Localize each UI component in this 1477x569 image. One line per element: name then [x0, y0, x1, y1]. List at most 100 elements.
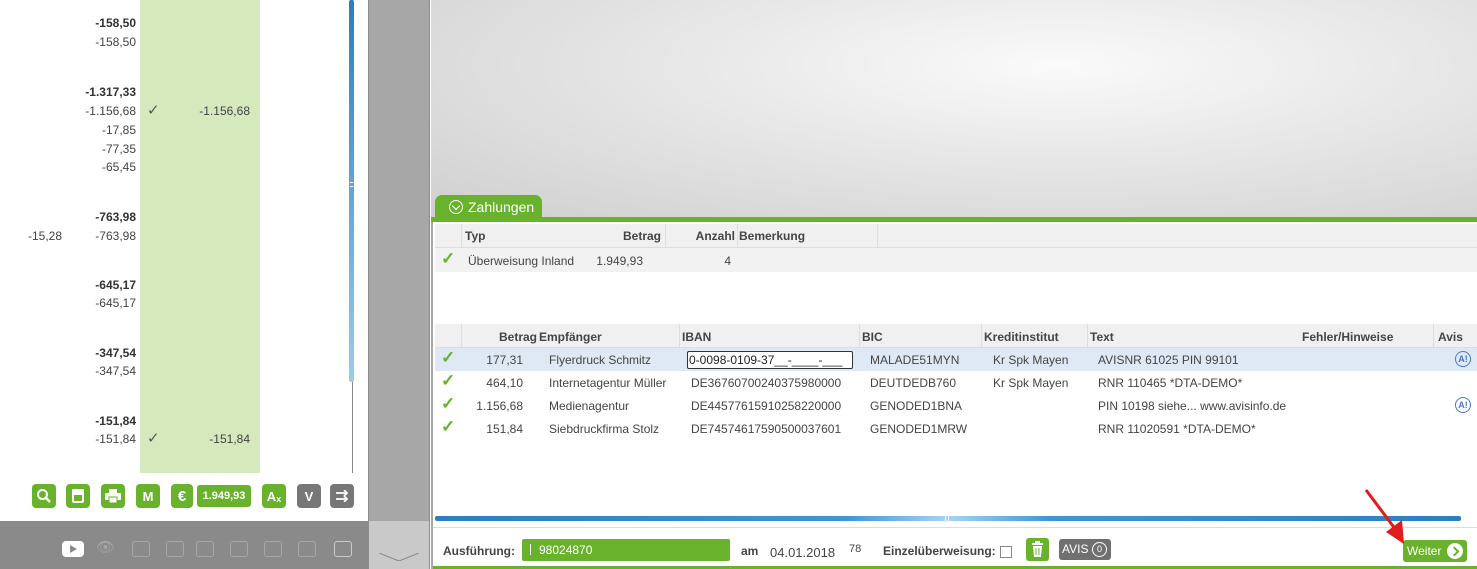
m-button[interactable]: M [136, 484, 160, 508]
euro-doc-icon[interactable] [264, 541, 282, 557]
row-amount: -347,54 [95, 346, 136, 360]
row-amount: -158,50 [95, 35, 136, 49]
pointer-arrow-icon [1364, 489, 1404, 544]
row-amount: -763,98 [95, 210, 136, 224]
row-amount: -645,17 [95, 278, 136, 292]
check-icon: ✓ [441, 417, 456, 436]
avis-icon[interactable]: A! [1455, 397, 1471, 413]
chevron-down-icon [449, 199, 463, 214]
cell-bic: MALADE51MYN [870, 353, 960, 367]
row-amount: -17,85 [101, 123, 136, 137]
check-icon: ✓ [441, 394, 456, 413]
transfer-icon[interactable] [330, 484, 354, 508]
avis-icon[interactable]: A! [1455, 351, 1471, 367]
row-amount: -347,54 [95, 364, 136, 378]
header-fehler[interactable]: Fehler/Hinweise [1302, 330, 1393, 344]
avis-button[interactable]: AVIS 0 [1059, 539, 1111, 560]
collapse-area [369, 521, 429, 569]
row-amount: -151,84 [95, 414, 136, 428]
header-anzahl[interactable]: Anzahl [696, 229, 735, 243]
summary-betrag: 1.949,93 [596, 254, 643, 268]
horizontal-scrollbar[interactable] [435, 516, 1461, 521]
eye-icon[interactable]: 👁 [96, 538, 115, 556]
cell-betrag: 151,84 [486, 422, 523, 436]
printer-icon[interactable] [101, 484, 125, 508]
cell-empfaenger: Flyerdruck Schmitz [549, 353, 652, 367]
row-amount: -1.156,68 [85, 104, 136, 118]
row-amount: -763,98 [95, 229, 136, 243]
collapse-triangle-icon[interactable] [379, 553, 419, 561]
table-row[interactable]: ✓ 177,31 Flyerdruck Schmitz MALADE51MYN … [435, 348, 1477, 371]
preview-area [431, 0, 1477, 218]
left-panel: -158,50 -158,50 -1.317,33 -1.156,68 ✓ -1… [0, 0, 368, 569]
header-text[interactable]: Text [1090, 330, 1114, 344]
summary-typ: Überweisung Inland [468, 254, 575, 268]
row-amount: -65,45 [101, 160, 136, 174]
save-icon[interactable] [196, 541, 214, 557]
check-icon: ✓ [441, 249, 456, 268]
header-iban[interactable]: IBAN [682, 330, 711, 344]
einzel-label: Einzelüberweisung: [883, 544, 996, 558]
cell-text: RNR 11020591 *DTA-DEMO* [1098, 422, 1256, 436]
splitter-strip[interactable] [368, 0, 430, 569]
v-button[interactable]: V [297, 484, 321, 508]
window-icon[interactable] [132, 541, 150, 557]
weiter-button[interactable]: Weiter [1403, 540, 1467, 562]
cell-bic: GENODED1MRW [870, 422, 968, 436]
tab-label: Zahlungen [468, 198, 535, 215]
calendar-icon[interactable]: 78 [849, 543, 867, 559]
play-video-icon[interactable] [62, 541, 84, 557]
am-label: am [741, 544, 759, 558]
header-kreditinstitut[interactable]: Kreditinstitut [984, 330, 1059, 344]
tab-zahlungen[interactable]: Zahlungen [435, 195, 542, 218]
header-betrag[interactable]: Betrag [499, 330, 537, 344]
image-icon[interactable] [230, 541, 248, 557]
magnifier-icon[interactable] [32, 484, 56, 508]
einzelueberweisung-checkbox[interactable] [1000, 546, 1012, 558]
summary-row[interactable]: ✓ Überweisung Inland 1.949,93 4 [435, 248, 1477, 272]
row-amount: -645,17 [95, 296, 136, 310]
date-field[interactable]: 04.01.2018 [770, 545, 835, 560]
left-bottom-bar: 👁 [0, 521, 368, 569]
balance-badge: 1.949,93 [196, 484, 252, 508]
cell-text: RNR 110465 *DTA-DEMO* [1098, 376, 1243, 390]
table-row[interactable]: ✓ 1.156,68 Medienagentur DE4457761591025… [435, 394, 1477, 417]
header-typ[interactable]: Typ [465, 229, 485, 243]
iban-input[interactable]: 0-0098-0109-37__-____-___ [687, 351, 853, 369]
mail-question-icon[interactable] [334, 541, 352, 557]
cell-iban: DE74574617590500037601 [691, 422, 842, 436]
cell-betrag: 464,10 [486, 376, 523, 390]
row-matched-amount: -151,84 [209, 432, 250, 446]
header-empfaenger[interactable]: Empfänger [539, 330, 602, 344]
row-amount: -151,84 [95, 432, 136, 446]
header-bemerkung[interactable]: Bemerkung [739, 229, 805, 243]
check-icon: ✓ [441, 371, 456, 390]
cell-betrag: 177,31 [486, 353, 523, 367]
cell-empfaenger: Siebdruckfirma Stolz [549, 422, 660, 436]
summary-anzahl: 4 [724, 254, 731, 268]
cell-kreditinstitut: Kr Spk Mayen [993, 376, 1069, 390]
avis-label: AVIS [1062, 542, 1089, 556]
table-row[interactable]: ✓ 151,84 Siebdruckfirma Stolz DE74574617… [435, 417, 1477, 440]
euro-button[interactable]: € [171, 484, 193, 508]
header-betrag[interactable]: Betrag [623, 229, 661, 243]
check-icon: ✓ [441, 348, 456, 367]
header-bic[interactable]: BIC [862, 330, 883, 344]
calendar-label: 78 [849, 543, 862, 555]
weiter-label: Weiter [1407, 544, 1442, 558]
scrollbar-thumb[interactable] [349, 0, 354, 382]
check-icon: ✓ [147, 102, 160, 119]
payments-panel: Typ Betrag Anzahl Bemerkung ✓ Überweisun… [431, 222, 1477, 569]
cell-empfaenger: Medienagentur [549, 399, 630, 413]
header-avis[interactable]: Avis [1438, 330, 1463, 344]
avis-count: 0 [1092, 542, 1107, 557]
table-row[interactable]: ✓ 464,10 Internetagentur Müller DE367607… [435, 371, 1477, 394]
check-icon: ✓ [147, 430, 160, 447]
trash-icon[interactable] [1026, 538, 1049, 561]
mail-icon[interactable] [298, 541, 316, 557]
ausfuehrung-input[interactable]: 98024870 [522, 539, 730, 561]
cell-text: AVISNR 61025 PIN 99101 [1098, 353, 1239, 367]
document-icon[interactable] [66, 484, 90, 508]
calculator-icon[interactable] [166, 541, 184, 557]
clear-format-button[interactable]: Ax [262, 484, 286, 508]
